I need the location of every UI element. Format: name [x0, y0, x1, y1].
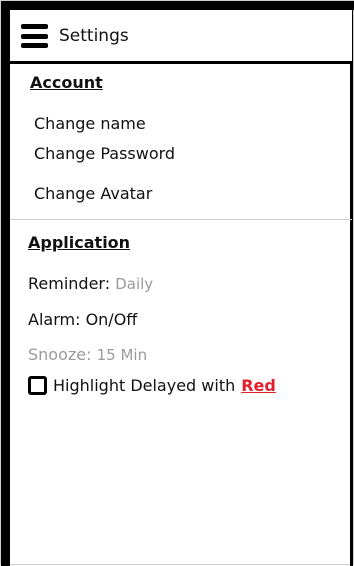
hamburger-bar: [21, 43, 48, 48]
snooze-value: 15 Min: [96, 346, 148, 364]
highlight-delayed-row: Highlight Delayed with Red: [28, 374, 276, 396]
section-divider: [10, 219, 352, 220]
reminder-setting[interactable]: Reminder: Daily: [28, 274, 153, 294]
settings-header: Settings: [10, 10, 352, 64]
highlight-delayed-label: Highlight Delayed with: [53, 375, 236, 395]
left-border: [1, 1, 10, 566]
hamburger-bar: [21, 33, 48, 39]
application-section-title: Application: [28, 233, 131, 252]
highlight-delayed-checkbox[interactable]: [28, 375, 47, 395]
change-password-item[interactable]: Change Password: [34, 144, 175, 164]
hamburger-bar: [21, 24, 48, 29]
snooze-label: Snooze:: [28, 345, 92, 364]
highlight-color-link[interactable]: Red: [241, 376, 276, 395]
alarm-value: On/Off: [85, 310, 138, 329]
alarm-label: Alarm:: [28, 310, 81, 329]
phone-screen: Settings Account Change name Change Pass…: [0, 0, 354, 566]
reminder-label: Reminder:: [28, 274, 111, 293]
alarm-setting[interactable]: Alarm: On/Off: [28, 310, 137, 330]
change-avatar-item[interactable]: Change Avatar: [34, 184, 152, 204]
right-border: [350, 1, 353, 566]
account-section-title: Account: [30, 73, 103, 92]
reminder-value: Daily: [115, 275, 154, 293]
snooze-setting[interactable]: Snooze: 15 Min: [28, 345, 147, 365]
page-title: Settings: [59, 26, 129, 46]
change-name-item[interactable]: Change name: [34, 114, 146, 134]
top-border: [1, 1, 354, 10]
hamburger-menu-icon[interactable]: [21, 24, 48, 48]
